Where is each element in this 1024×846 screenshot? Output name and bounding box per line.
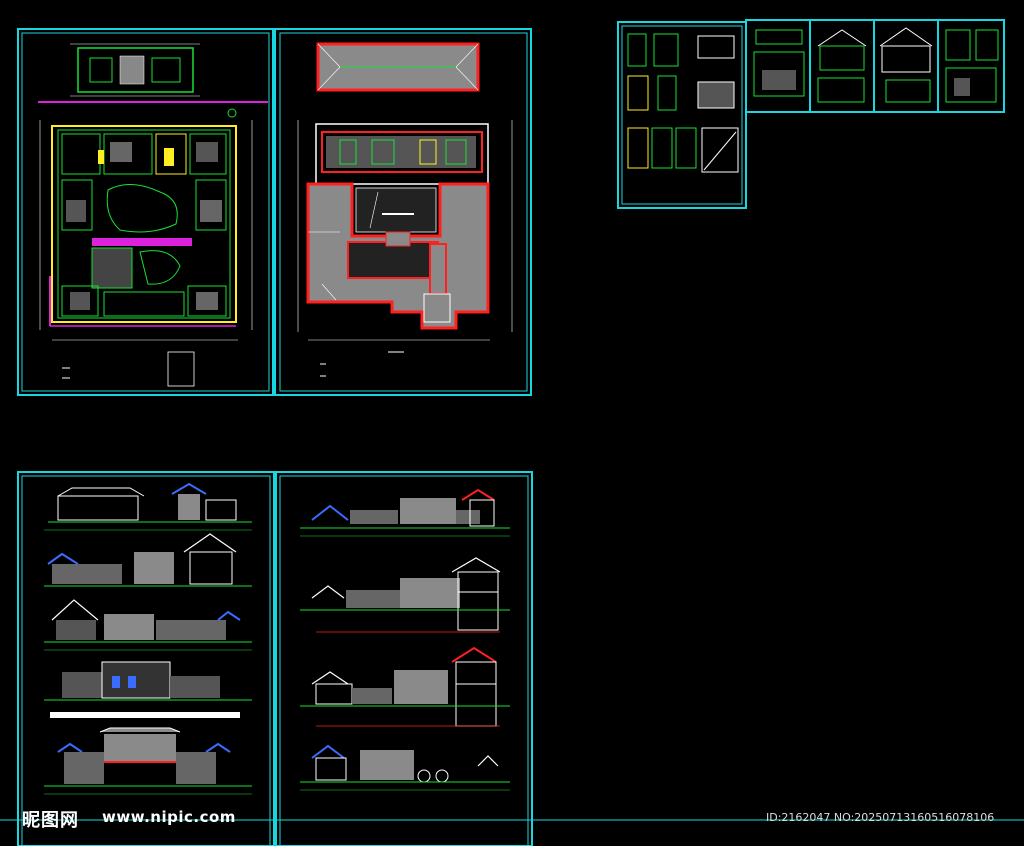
cad-drawing-canvas <box>0 0 1024 846</box>
watermark-url[interactable]: www.nipic.com <box>102 808 236 826</box>
watermark-id: ID:2162047 NO:20250713160516078106 <box>766 811 995 824</box>
watermark-logo: 昵图网 <box>22 810 79 831</box>
